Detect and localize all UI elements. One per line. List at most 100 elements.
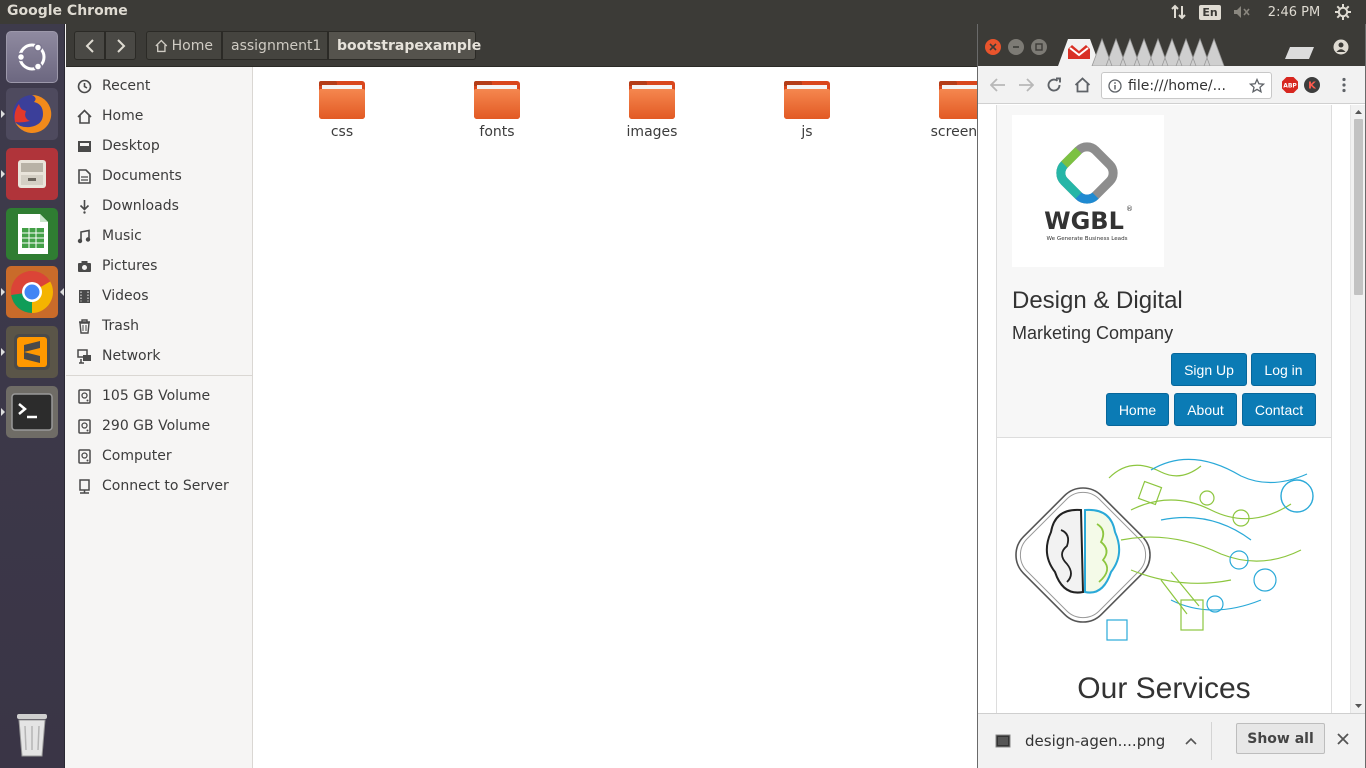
libreoffice-calc-icon[interactable] [6,208,58,260]
sidebar-item-label: Trash [102,318,139,334]
close-window-button[interactable] [985,39,1001,55]
top-panel: Google Chrome En 2:46 PM [0,0,1366,24]
folder-label: css [330,124,354,140]
breadcrumb-home[interactable]: Home [146,31,222,60]
ubuntu-dash-icon[interactable] [6,31,58,83]
menu-dots-icon[interactable] [1333,74,1355,96]
folder-item[interactable]: images [597,81,707,151]
sidebar-item-pictures[interactable]: Pictures [66,251,252,281]
sidebar-item-label: Home [102,108,144,124]
folder-item[interactable]: fonts [442,81,552,151]
sidebar-item-label: Pictures [102,258,158,274]
volume-muted-icon[interactable] [1226,0,1258,24]
sidebar-item-label: Recent [102,78,151,94]
back-arrow-icon[interactable] [987,74,1009,96]
sidebar-item-music[interactable]: Music [66,221,252,251]
new-tab-button[interactable] [1284,46,1316,60]
tab-strip-tabs[interactable] [1056,37,1256,66]
sign-up-button[interactable]: Sign Up [1171,353,1247,386]
sidebar-item-label: Documents [102,168,182,184]
address-bar[interactable]: file:///home/... [1101,72,1272,99]
scroll-down-icon[interactable] [1351,701,1366,711]
folder-item[interactable]: js [752,81,862,151]
sidebar-item-105gb-volume[interactable]: 105 GB Volume [66,381,252,411]
terminal-icon[interactable] [6,386,58,438]
files-icon[interactable] [6,148,58,200]
adblock-plus-icon[interactable]: ABP [1279,74,1301,96]
sidebar-item-trash[interactable]: Trash [66,311,252,341]
nav-about-button[interactable]: About [1174,393,1237,426]
folder-label: fonts [479,124,515,140]
sidebar-item-label: Videos [102,288,149,304]
chrome-icon[interactable] [6,266,58,318]
home-icon[interactable] [1071,74,1093,96]
sidebar-item-downloads[interactable]: Downloads [66,191,252,221]
show-all-button[interactable]: Show all [1236,723,1325,754]
scroll-up-icon[interactable] [1351,107,1366,117]
network-icon [76,348,92,364]
sidebar-item-desktop[interactable]: Desktop [66,131,252,161]
firefox-running-pip [1,110,5,118]
clock-label: 2:46 PM [1267,4,1321,20]
unity-launcher [0,24,65,768]
keyboard-layout-indicator[interactable]: En [1194,0,1226,24]
site-logo[interactable]: WGBL ® We Generate Business Leads [1012,115,1164,267]
forward-arrow-icon[interactable] [1015,74,1037,96]
download-item[interactable]: design-agen....png [995,714,1205,768]
video-film-icon [76,288,92,304]
sidebar-item-videos[interactable]: Videos [66,281,252,311]
sidebar-item-label: 105 GB Volume [102,388,211,404]
sidebar-item-290gb-volume[interactable]: 290 GB Volume [66,411,252,441]
minimize-window-button[interactable] [1008,39,1024,55]
nav-home-button[interactable]: Home [1106,393,1169,426]
site-heading-line2: Marketing Company [1012,323,1174,343]
sidebar-item-documents[interactable]: Documents [66,161,252,191]
sidebar-item-computer[interactable]: Computer [66,441,252,471]
nav-contact-button[interactable]: Contact [1242,393,1316,426]
close-icon[interactable] [1337,733,1349,745]
forward-button[interactable] [105,31,136,60]
bookmark-star-icon[interactable] [1249,77,1265,94]
chrome-focused-pip [60,288,64,296]
folder-label: js [801,124,813,140]
maximize-window-button[interactable] [1031,39,1047,55]
chevron-up-icon[interactable] [1185,737,1197,745]
sidebar-item-network[interactable]: Network [66,341,252,371]
info-icon[interactable] [1108,78,1122,93]
hero-illustration [1011,450,1317,646]
breadcrumb-assignment1-label: assignment1 [231,37,322,54]
k-extension-icon[interactable]: K [1301,74,1323,96]
network-arrows-icon[interactable] [1164,0,1194,24]
scrollbar-thumb[interactable] [1354,119,1363,295]
profile-icon[interactable] [1330,36,1352,58]
sidebar-item-connect-to-server[interactable]: Connect to Server [66,471,252,501]
reload-icon[interactable] [1043,74,1065,96]
files-window: Home assignment1 bootstrapexample Recent… [66,24,993,768]
sidebar-item-recent[interactable]: Recent [66,71,252,101]
files-header-bar: Home assignment1 bootstrapexample [66,24,978,67]
download-divider [1211,722,1212,760]
trash-icon[interactable] [6,708,58,760]
files-sidebar: Recent Home Desktop Documents Downloads … [66,67,253,768]
log-in-button[interactable]: Log in [1251,353,1316,386]
settings-gear-icon[interactable] [1330,0,1356,24]
breadcrumb-bootstrapexample-label: bootstrapexample [337,37,482,54]
trash-icon [76,318,92,334]
folder-item[interactable]: css [287,81,397,151]
k-extension-label: K [1308,81,1317,92]
page-scrollbar[interactable] [1350,105,1365,713]
breadcrumb-assignment1[interactable]: assignment1 [222,31,328,60]
site-logo-tagline: We Generate Business Leads [1046,236,1127,242]
website-page: WGBL ® We Generate Business Leads Design… [996,105,1332,713]
terminal-running-pip [1,408,5,416]
breadcrumb-bootstrapexample[interactable]: bootstrapexample [328,31,481,60]
sidebar-item-label: Downloads [102,198,179,214]
clock[interactable]: 2:46 PM [1258,0,1330,24]
maximize-icon [1035,43,1043,51]
firefox-icon[interactable] [6,88,58,140]
sidebar-item-label: Connect to Server [102,478,229,494]
chevron-right-icon [116,38,125,53]
back-button[interactable] [74,31,105,60]
sidebar-item-home[interactable]: Home [66,101,252,131]
sublime-text-icon[interactable] [6,326,58,378]
